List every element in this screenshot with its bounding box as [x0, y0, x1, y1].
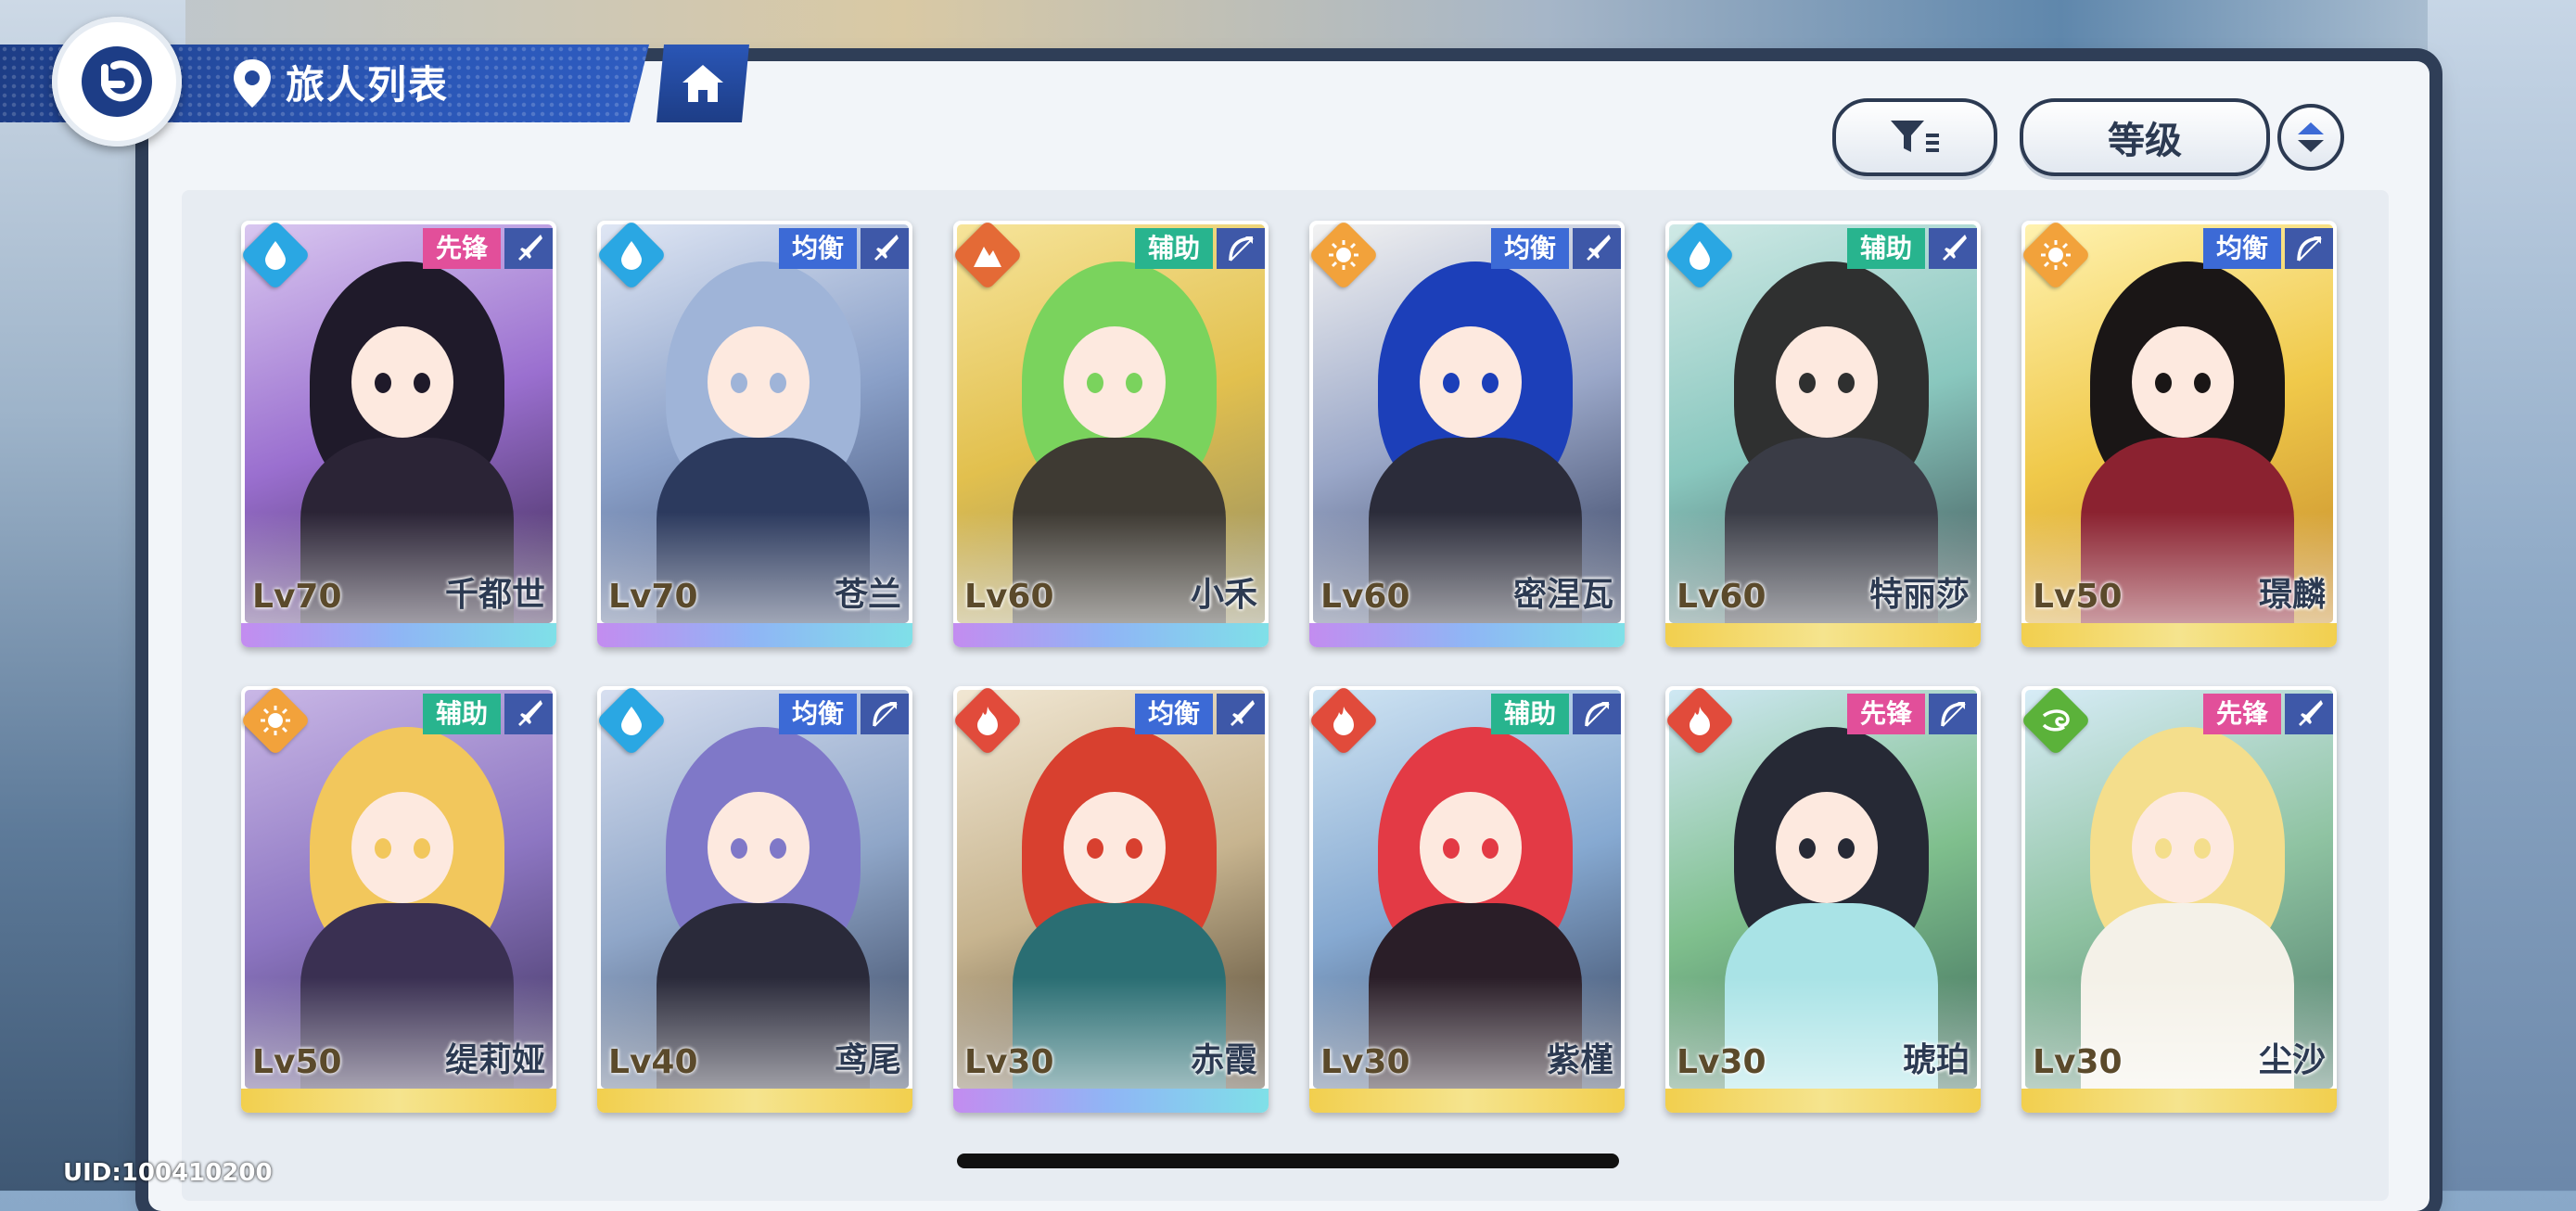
rarity-strip	[953, 1089, 1269, 1113]
character-portrait	[601, 690, 909, 1089]
character-portrait	[245, 224, 553, 623]
character-portrait	[245, 690, 553, 1089]
character-name: 赤霞	[1190, 1041, 1257, 1079]
character-name: 苍兰	[834, 576, 901, 614]
bow-icon	[1217, 228, 1265, 269]
role-badge: 辅助	[1846, 228, 1925, 269]
rarity-strip	[1665, 623, 1981, 647]
page-title: 旅人列表	[286, 62, 450, 108]
home-button[interactable]	[657, 45, 749, 122]
character-name: 鸢尾	[834, 1041, 901, 1079]
character-level: Lv40	[608, 1043, 698, 1081]
character-portrait	[1669, 224, 1977, 623]
bow-icon	[1573, 694, 1621, 734]
character-name: 尘沙	[2258, 1041, 2326, 1079]
character-name: 璟麟	[2258, 576, 2326, 614]
character-level: Lv30	[1677, 1043, 1766, 1081]
character-card[interactable]: 辅助 Lv30 紫槿	[1309, 686, 1625, 1113]
sort-order-icon	[2298, 122, 2324, 152]
filter-button[interactable]	[1832, 98, 1997, 176]
character-name: 缇莉娅	[444, 1041, 545, 1079]
rarity-strip	[1309, 623, 1625, 647]
character-name: 琥珀	[1902, 1041, 1970, 1079]
character-card[interactable]: 先锋 Lv30 琥珀	[1665, 686, 1981, 1113]
character-card[interactable]: 均衡 Lv60 密涅瓦	[1309, 221, 1625, 647]
character-level: Lv70	[252, 578, 342, 616]
character-name: 特丽莎	[1868, 576, 1970, 614]
character-level: Lv60	[1320, 578, 1410, 616]
back-arrow-icon	[82, 46, 152, 117]
character-level: Lv50	[2033, 578, 2123, 616]
character-portrait	[1669, 690, 1977, 1089]
character-card[interactable]: 辅助 Lv60 特丽莎	[1665, 221, 1981, 647]
bow-icon	[861, 694, 909, 734]
sword-icon	[2285, 694, 2333, 734]
character-name: 密涅瓦	[1512, 576, 1613, 614]
character-card[interactable]: 均衡 Lv70 苍兰	[597, 221, 912, 647]
rarity-strip	[241, 1089, 556, 1113]
character-name: 千都世	[444, 576, 545, 614]
character-level: Lv70	[608, 578, 698, 616]
character-card[interactable]: 辅助 Lv50 缇莉娅	[241, 686, 556, 1113]
role-badge: 先锋	[1846, 694, 1925, 734]
rarity-strip	[597, 623, 912, 647]
character-level: Lv30	[2033, 1043, 2123, 1081]
home-icon	[682, 65, 723, 102]
sword-icon	[504, 228, 553, 269]
rarity-strip	[597, 1089, 912, 1113]
character-level: Lv60	[964, 578, 1054, 616]
rarity-strip	[2021, 623, 2337, 647]
bow-icon	[2285, 228, 2333, 269]
back-button[interactable]	[52, 17, 182, 147]
character-portrait	[957, 690, 1265, 1089]
filter-icon	[1891, 121, 1939, 152]
character-card[interactable]: 先锋 Lv30 尘沙	[2021, 686, 2337, 1113]
role-badge: 均衡	[1134, 694, 1213, 734]
character-portrait	[1313, 224, 1621, 623]
role-badge: 辅助	[1490, 694, 1569, 734]
role-badge: 辅助	[1134, 228, 1213, 269]
sword-icon	[1573, 228, 1621, 269]
character-portrait	[2025, 224, 2333, 623]
character-portrait	[1313, 690, 1621, 1089]
character-portrait	[2025, 690, 2333, 1089]
character-card[interactable]: 均衡 Lv30 赤霞	[953, 686, 1269, 1113]
uid-label: UID:100410200	[63, 1159, 273, 1187]
role-badge: 均衡	[1490, 228, 1569, 269]
role-badge: 先锋	[2202, 694, 2281, 734]
character-card[interactable]: 先锋 Lv70 千都世	[241, 221, 556, 647]
character-portrait	[601, 224, 909, 623]
character-name: 小禾	[1190, 576, 1257, 614]
role-badge: 辅助	[422, 694, 501, 734]
role-badge: 先锋	[422, 228, 501, 269]
character-card[interactable]: 均衡 Lv50 璟麟	[2021, 221, 2337, 647]
sword-icon	[1217, 694, 1265, 734]
character-card[interactable]: 均衡 Lv40 鸢尾	[597, 686, 912, 1113]
role-badge: 均衡	[2202, 228, 2281, 269]
role-badge: 均衡	[778, 694, 857, 734]
home-indicator[interactable]	[957, 1154, 1619, 1168]
character-card[interactable]: 辅助 Lv60 小禾	[953, 221, 1269, 647]
character-portrait	[957, 224, 1265, 623]
rarity-strip	[1309, 1089, 1625, 1113]
character-level: Lv30	[1320, 1043, 1410, 1081]
character-level: Lv50	[252, 1043, 342, 1081]
character-level: Lv60	[1677, 578, 1766, 616]
sword-icon	[1929, 228, 1977, 269]
rarity-strip	[1665, 1089, 1981, 1113]
location-pin-icon	[234, 59, 271, 108]
rarity-strip	[241, 623, 556, 647]
sword-icon	[861, 228, 909, 269]
character-level: Lv30	[964, 1043, 1054, 1081]
sword-icon	[504, 694, 553, 734]
role-badge: 均衡	[778, 228, 857, 269]
bow-icon	[1929, 694, 1977, 734]
character-name: 紫槿	[1546, 1041, 1613, 1079]
rarity-strip	[953, 623, 1269, 647]
background-scenery-right	[2428, 0, 2576, 1191]
sort-by-button[interactable]: 等级	[2020, 98, 2270, 176]
rarity-strip	[2021, 1089, 2337, 1113]
sort-order-toggle[interactable]	[2277, 104, 2344, 171]
